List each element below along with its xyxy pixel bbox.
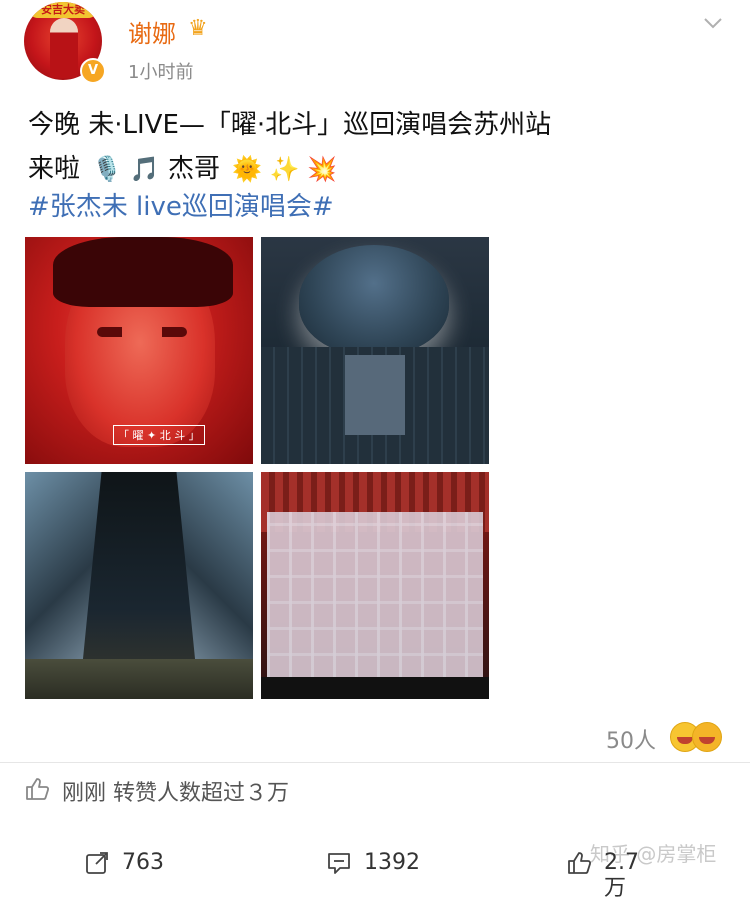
like-milestone-note: 刚刚 转赞人数超过３万 bbox=[62, 781, 289, 806]
avatar-banner: 安吉大卖 bbox=[28, 2, 98, 18]
grinning-face-icon bbox=[692, 722, 722, 752]
post-text-line1: 今晚 未·LIVE—「曜·北斗」巡回演唱会苏州站 bbox=[28, 110, 552, 140]
stage-center bbox=[345, 355, 405, 435]
post-text: 今晚 未·LIVE—「曜·北斗」巡回演唱会苏州站 来啦 🎙️ 🎵 杰哥 🌞 ✨ … bbox=[28, 103, 708, 191]
verified-badge: V bbox=[80, 58, 106, 84]
thumbs-up-icon bbox=[568, 852, 592, 874]
stage-floor bbox=[261, 677, 489, 699]
divider bbox=[0, 762, 750, 763]
post-text-lai: 来啦 bbox=[28, 154, 81, 184]
post-image-4[interactable] bbox=[261, 472, 489, 699]
post-image-2[interactable] bbox=[261, 237, 489, 464]
stage-racks bbox=[267, 512, 483, 682]
like-count: 2.7万 bbox=[604, 850, 639, 901]
poster-caption: 「 曜 ✦ 北 斗 」 bbox=[113, 425, 205, 445]
post-image-1[interactable]: 「 曜 ✦ 北 斗 」 bbox=[25, 237, 253, 464]
comment-icon bbox=[328, 853, 350, 874]
share-icon bbox=[86, 852, 108, 874]
author-name[interactable]: 谢娜 bbox=[128, 14, 176, 49]
portrait-eyes bbox=[97, 327, 187, 337]
post-time: 1小时前 bbox=[128, 62, 194, 83]
reaction-emoji-icons[interactable] bbox=[670, 722, 726, 752]
reaction-count[interactable]: 50人 bbox=[606, 723, 656, 755]
sun-sparkle-emojis: 🌞 ✨ 💥 bbox=[232, 155, 338, 183]
chevron-down-icon[interactable] bbox=[702, 12, 724, 34]
repost-count: 763 bbox=[122, 850, 164, 875]
avatar-figure bbox=[50, 18, 78, 78]
crown-icon: ♛ bbox=[188, 16, 208, 41]
comment-count: 1392 bbox=[364, 850, 420, 875]
post-text-line2: 来啦 🎙️ 🎵 杰哥 🌞 ✨ 💥 bbox=[28, 147, 708, 191]
portrait-hair bbox=[53, 237, 233, 307]
post-image-3[interactable] bbox=[25, 472, 253, 699]
post-text-name: 杰哥 bbox=[167, 154, 220, 184]
mic-note-emojis: 🎙️ 🎵 bbox=[92, 155, 160, 183]
stadium-floor bbox=[25, 659, 253, 699]
hashtag-link[interactable]: #张杰未 live巡回演唱会# bbox=[28, 186, 334, 223]
thumbs-up-icon bbox=[26, 778, 50, 800]
stage-globe bbox=[299, 245, 449, 355]
